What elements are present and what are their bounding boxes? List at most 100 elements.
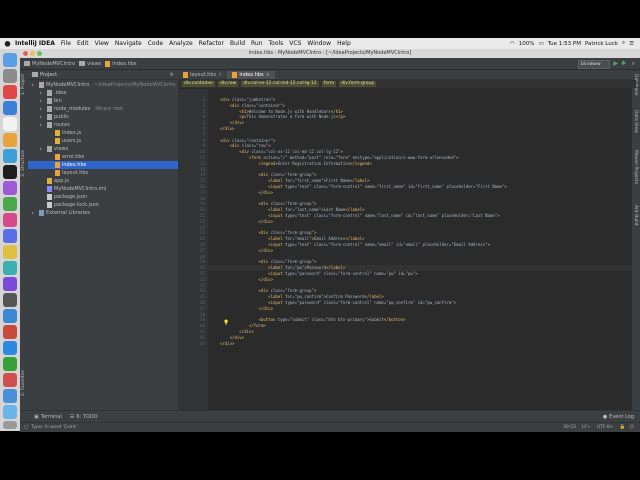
tab-index-hbs[interactable]: index.hbs ×	[227, 71, 275, 79]
user-name[interactable]: Patrick Luck	[585, 41, 618, 47]
maven-tool-tab[interactable]: Maven Projects	[633, 150, 638, 184]
structure-tool-tab[interactable]: 2: Structure	[21, 150, 26, 177]
launchpad-icon[interactable]	[3, 69, 17, 83]
terminal-tool-button[interactable]: ▣ Terminal	[34, 414, 62, 420]
inspector-icon[interactable]: ☺	[629, 425, 634, 430]
line-separator[interactable]: LF÷	[582, 425, 591, 430]
apple-icon[interactable]	[4, 40, 11, 47]
expand-chevron-icon[interactable]: ▸	[40, 121, 45, 129]
tree-item[interactable]: index.js	[28, 129, 178, 137]
menu-edit[interactable]: Edit	[77, 40, 89, 47]
app-icon-red[interactable]	[3, 325, 17, 339]
photos-icon[interactable]	[3, 133, 17, 147]
tree-item[interactable]: ▸ routes	[28, 121, 178, 129]
downloads-icon[interactable]	[3, 405, 17, 419]
app-icon-pink[interactable]	[3, 213, 17, 227]
tree-item[interactable]: package.json	[28, 193, 178, 201]
app-icon-folder[interactable]	[3, 389, 17, 403]
run-icon[interactable]: ▶	[613, 60, 618, 67]
status-message-icon[interactable]: □	[24, 425, 28, 430]
menu-tools[interactable]: Tools	[269, 40, 284, 47]
intention-bulb-icon[interactable]: 💡	[223, 320, 229, 326]
code-line[interactable]: </div>	[220, 341, 234, 347]
menu-refactor[interactable]: Refactor	[199, 40, 224, 47]
wifi-icon[interactable]: ◠	[510, 41, 515, 47]
favorites-tool-tab[interactable]: 2: Favorites	[21, 370, 26, 396]
menu-app[interactable]: IntelliJ IDEA	[15, 40, 55, 47]
panel-settings-icon[interactable]: ⚙	[170, 72, 174, 78]
search-icon[interactable]: ⌕	[622, 40, 625, 47]
tree-item[interactable]: ▸ public	[28, 113, 178, 121]
minimize-window-icon[interactable]	[30, 51, 35, 56]
maximize-window-icon[interactable]	[37, 51, 42, 56]
caret-position[interactable]: 30:53	[563, 425, 576, 430]
app-icon-teal[interactable]	[3, 261, 17, 275]
tree-item[interactable]: ▸ External Libraries	[28, 209, 178, 217]
app-icon-yellow[interactable]	[3, 245, 17, 259]
file-encoding[interactable]: UTF-8÷	[597, 425, 614, 430]
battery-percent[interactable]: 100%	[519, 41, 535, 47]
nav-crumb-views[interactable]: views	[79, 61, 101, 67]
close-window-icon[interactable]	[23, 51, 28, 56]
lock-icon[interactable]: 🔓	[620, 425, 626, 430]
tree-item[interactable]: ▸ node_modules library root	[28, 105, 178, 113]
chrome-icon[interactable]	[3, 85, 17, 99]
expand-chevron-icon[interactable]: ▸	[32, 81, 37, 89]
menu-run[interactable]: Run	[251, 40, 263, 47]
clock[interactable]: Tue 1:53 PM	[548, 41, 581, 47]
menu-code[interactable]: Code	[148, 40, 163, 47]
app-icon-blue[interactable]	[3, 229, 17, 243]
debug-icon[interactable]: ✱	[621, 60, 626, 67]
menu-file[interactable]: File	[61, 40, 71, 47]
menu-vcs[interactable]: VCS	[289, 40, 301, 47]
safari-icon[interactable]	[3, 101, 17, 115]
code-line[interactable]: </div>	[220, 248, 273, 254]
expand-chevron-icon[interactable]: ▸	[40, 97, 45, 105]
code-line[interactable]: </div>	[220, 219, 273, 225]
list-icon[interactable]: ☰	[629, 41, 634, 47]
tree-item[interactable]: ▸ views	[28, 145, 178, 153]
event-log-button[interactable]: ● Event Log	[603, 414, 634, 420]
menu-window[interactable]: Window	[307, 40, 331, 47]
app-store-icon[interactable]	[3, 149, 17, 163]
close-tab-icon[interactable]: ×	[266, 72, 270, 78]
app-icon-powerpoint[interactable]	[3, 373, 17, 387]
tree-item[interactable]: error.hbs	[28, 153, 178, 161]
breadcrumb-div-form-group[interactable]: div.form-group	[339, 81, 377, 87]
app-icon-excel[interactable]	[3, 357, 17, 371]
expand-chevron-icon[interactable]: ▸	[32, 209, 37, 217]
todo-tool-button[interactable]: ☰ 6: TODO	[70, 414, 98, 420]
menu-analyze[interactable]: Analyze	[169, 40, 193, 47]
app-icon-purple[interactable]	[3, 277, 17, 291]
tree-item[interactable]: package-lock.json	[28, 201, 178, 209]
code-line[interactable]: </div>	[220, 277, 273, 283]
breadcrumb-div-container[interactable]: div.container	[182, 81, 216, 87]
intellij-icon[interactable]	[3, 181, 17, 195]
project-panel-title[interactable]: Project	[40, 72, 57, 78]
code-line[interactable]: </div>	[220, 190, 273, 196]
breadcrumb-div-row[interactable]: div.row	[218, 81, 239, 87]
tree-item[interactable]: ▸ MyNodeMVCIntro ~/IdeaProjects/MyNodeMVCI…	[28, 81, 178, 89]
tree-item[interactable]: users.js	[28, 137, 178, 145]
app-icon-word[interactable]	[3, 341, 17, 355]
tree-item[interactable]: layout.hbs	[28, 169, 178, 177]
app-icon-wordpress[interactable]	[3, 309, 17, 323]
expand-chevron-icon[interactable]: ▸	[40, 113, 45, 121]
ant-build-tool-tab[interactable]: Ant Build	[633, 205, 638, 225]
app-icon-gray[interactable]	[3, 293, 17, 307]
tree-item[interactable]: ▸ .idea	[28, 89, 178, 97]
tree-item[interactable]: app.js	[28, 177, 178, 185]
expand-chevron-icon[interactable]: ▸	[40, 145, 45, 153]
breadcrumb-form[interactable]: form	[321, 81, 337, 87]
search-everywhere-icon[interactable]: ⌕	[632, 60, 635, 68]
code-line[interactable]: </div>	[220, 306, 273, 312]
menu-build[interactable]: Build	[230, 40, 245, 47]
nav-crumb-file[interactable]: index.hbs	[105, 60, 137, 67]
finder-icon[interactable]	[3, 53, 17, 67]
run-configuration-select[interactable]: bin/www	[578, 60, 610, 69]
trash-icon[interactable]	[3, 421, 17, 429]
close-tab-icon[interactable]: ×	[218, 72, 222, 78]
menu-navigate[interactable]: Navigate	[115, 40, 142, 47]
project-tool-tab[interactable]: 1: Project	[21, 74, 26, 95]
tree-item[interactable]: MyNodeMVCIntro.iml	[28, 185, 178, 193]
